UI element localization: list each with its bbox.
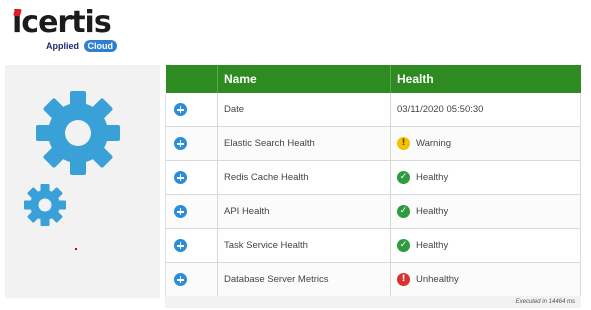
row-health: ✓ Healthy (390, 194, 581, 229)
row-name: Redis Cache Health (217, 160, 391, 195)
expand-plus-icon[interactable] (174, 171, 187, 184)
execution-time: Executed in 14464 ms (165, 296, 581, 308)
header-health: Health (390, 65, 581, 93)
row-health-text: Healthy (416, 206, 449, 217)
table-row: Date 03/11/2020 05:50:30 (165, 93, 581, 127)
row-health-text: Unhealthy (416, 274, 459, 285)
logo-brand: icertis (12, 5, 112, 40)
expand-cell (165, 228, 218, 263)
row-health-text: Healthy (416, 240, 449, 251)
logo-subtitle: Applied Cloud (46, 40, 118, 52)
row-health: ✓ Healthy (390, 228, 581, 263)
row-health-text: Healthy (416, 172, 449, 183)
header-name: Name (217, 65, 391, 93)
expand-cell (165, 194, 218, 229)
row-health: ✓ Healthy (390, 160, 581, 195)
table-row: Redis Cache Health ✓ Healthy (165, 160, 581, 195)
table-row: Database Server Metrics ! Unhealthy (165, 262, 581, 297)
row-health: ! Unhealthy (390, 262, 581, 297)
row-name: Date (217, 93, 391, 127)
expand-cell (165, 93, 218, 127)
expand-cell (165, 126, 218, 161)
logo-sub-applied: Applied (46, 41, 79, 51)
table-row: Elastic Search Health ! Warning (165, 126, 581, 161)
table-row: API Health ✓ Healthy (165, 194, 581, 229)
error-icon: ! (397, 273, 410, 286)
icertis-logo: icertis Applied Cloud (12, 5, 122, 52)
table-row: Task Service Health ✓ Healthy (165, 228, 581, 263)
expand-plus-icon[interactable] (174, 239, 187, 252)
gears-icon (24, 91, 120, 226)
logo-sub-cloud: Cloud (83, 40, 118, 52)
row-health-text: 03/11/2020 05:50:30 (397, 103, 484, 115)
check-icon: ✓ (397, 171, 410, 184)
check-icon: ✓ (397, 239, 410, 252)
row-health: ! Warning (390, 126, 581, 161)
warning-icon: ! (397, 137, 410, 150)
table-header-row: Name Health (165, 65, 581, 93)
row-health-text: Warning (416, 138, 452, 149)
row-name: Task Service Health (217, 228, 391, 263)
expand-plus-icon[interactable] (174, 103, 187, 116)
side-panel (5, 65, 160, 298)
health-table: Name Health Date 03/11/2020 05:50:30 Ela… (165, 65, 581, 297)
expand-plus-icon[interactable] (174, 137, 187, 150)
row-name: Database Server Metrics (217, 262, 391, 297)
marker-dot (75, 248, 77, 250)
expand-cell (165, 160, 218, 195)
row-name: Elastic Search Health (217, 126, 391, 161)
expand-plus-icon[interactable] (174, 205, 187, 218)
check-icon: ✓ (397, 205, 410, 218)
row-name: API Health (217, 194, 391, 229)
header-expand (165, 65, 218, 93)
expand-cell (165, 262, 218, 297)
expand-plus-icon[interactable] (174, 273, 187, 286)
row-health: 03/11/2020 05:50:30 (390, 93, 581, 127)
